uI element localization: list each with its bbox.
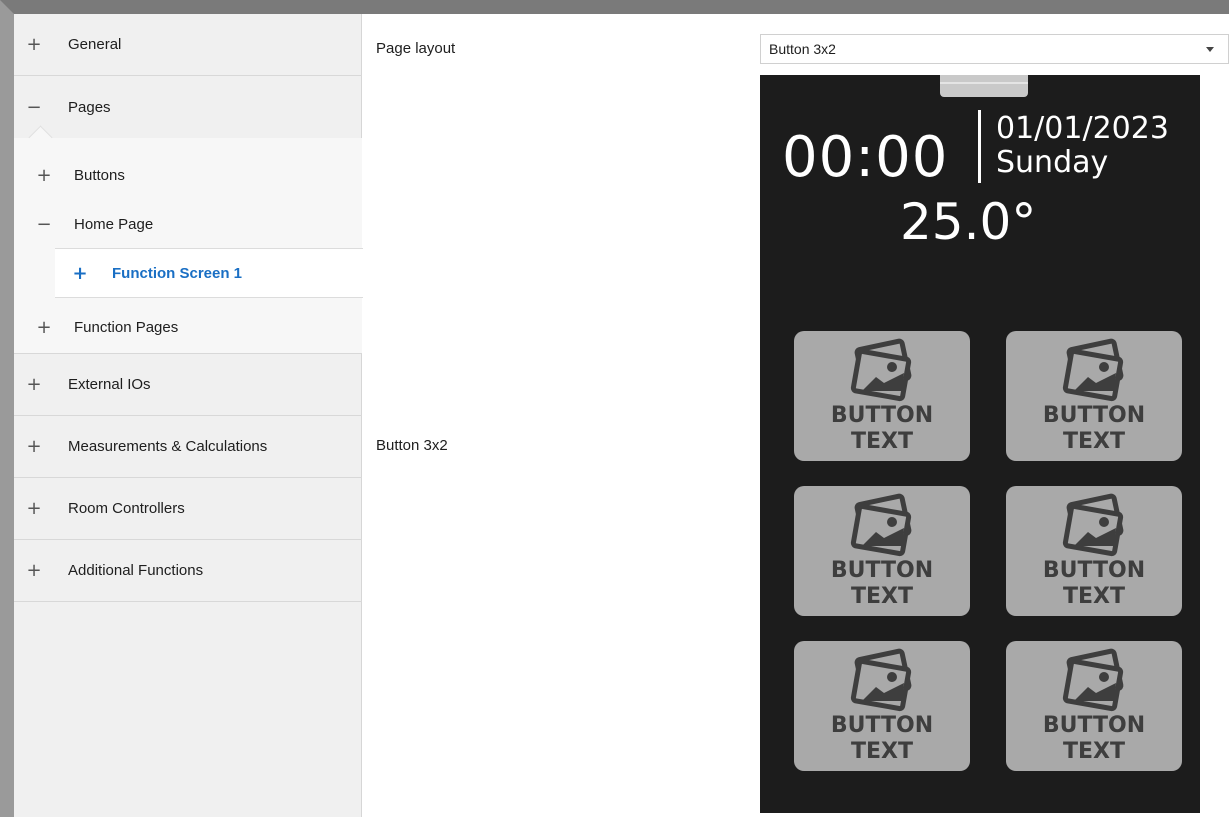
page-layout-value: Button 3x2 xyxy=(769,41,836,57)
expand-icon: + xyxy=(26,34,42,55)
sidebar-item-external-ios[interactable]: + External IOs xyxy=(14,354,362,416)
page-layout-label: Page layout xyxy=(376,40,456,57)
sidebar-item-pages[interactable]: − Pages xyxy=(14,76,362,138)
preview-divider xyxy=(978,110,981,183)
preview-time: 00:00 xyxy=(782,125,949,190)
button-text-line2: TEXT xyxy=(1062,429,1125,454)
button-text-line2: TEXT xyxy=(1062,739,1125,764)
sidebar-item-additional-functions[interactable]: + Additional Functions xyxy=(14,540,362,602)
button-text-line2: TEXT xyxy=(1062,584,1125,609)
sidebar-item-general[interactable]: + General xyxy=(14,14,362,76)
image-placeholder-icon xyxy=(1062,338,1124,402)
page-layout-select[interactable]: Button 3x2 xyxy=(760,34,1229,64)
layout-preview: 00:00 01/01/2023 Sunday 25.0° BUTTON TEX… xyxy=(760,75,1200,813)
collapse-icon: − xyxy=(26,96,42,118)
button-text-line1: BUTTON xyxy=(830,558,934,583)
preview-button-5[interactable]: BUTTON TEXT xyxy=(794,641,970,771)
button-text-line1: BUTTON xyxy=(830,403,934,428)
expand-icon: + xyxy=(26,560,42,581)
image-placeholder-icon xyxy=(850,338,912,402)
preview-button-1[interactable]: BUTTON TEXT xyxy=(794,331,970,461)
collapse-icon: − xyxy=(36,213,52,235)
preview-date: 01/01/2023 xyxy=(996,111,1169,146)
preview-handle xyxy=(940,75,1028,97)
expand-icon: + xyxy=(72,262,88,284)
preview-button-4[interactable]: BUTTON TEXT xyxy=(1006,486,1182,616)
chevron-down-icon xyxy=(1206,47,1214,52)
button-text-line2: TEXT xyxy=(850,739,913,764)
image-placeholder-icon xyxy=(850,648,912,712)
sidebar-item-function-pages[interactable]: + Function Pages xyxy=(14,302,178,352)
button-text-line2: TEXT xyxy=(850,429,913,454)
sidebar-item-label: Additional Functions xyxy=(68,562,204,579)
sidebar-item-label: Home Page xyxy=(74,215,154,233)
sidebar-item-label: Function Pages xyxy=(74,318,179,336)
preview-button-2[interactable]: BUTTON TEXT xyxy=(1006,331,1182,461)
preview-caption: Button 3x2 xyxy=(376,437,448,454)
button-text-line1: BUTTON xyxy=(1042,713,1146,738)
sidebar-item-label: External IOs xyxy=(68,376,151,393)
button-text-line1: BUTTON xyxy=(1042,403,1146,428)
expand-icon: + xyxy=(26,436,42,457)
image-placeholder-icon xyxy=(1062,648,1124,712)
button-text-line1: BUTTON xyxy=(830,713,934,738)
pages-subtree: + Buttons − Home Page + Function Screen … xyxy=(14,125,363,354)
image-placeholder-icon xyxy=(850,493,912,557)
button-text-line1: BUTTON xyxy=(1042,558,1146,583)
sidebar-item-home-page[interactable]: − Home Page xyxy=(14,199,153,249)
preview-day: Sunday xyxy=(996,145,1109,180)
sidebar: + General − Pages + Buttons − Home Page … xyxy=(14,14,363,817)
expand-icon: + xyxy=(36,164,52,186)
sidebar-item-label: Measurements & Calculations xyxy=(68,438,268,455)
image-placeholder-icon xyxy=(1062,493,1124,557)
sidebar-item-room-controllers[interactable]: + Room Controllers xyxy=(14,478,362,540)
preview-button-6[interactable]: BUTTON TEXT xyxy=(1006,641,1182,771)
preview-temperature: 25.0° xyxy=(900,193,1037,251)
sidebar-item-label: Pages xyxy=(68,98,111,116)
expand-icon: + xyxy=(26,498,42,519)
sidebar-item-label: Function Screen 1 xyxy=(112,264,243,282)
button-text-line2: TEXT xyxy=(850,584,913,609)
preview-button-3[interactable]: BUTTON TEXT xyxy=(794,486,970,616)
sidebar-item-label: Buttons xyxy=(74,166,125,184)
expand-icon: + xyxy=(36,316,52,338)
sidebar-item-label: General xyxy=(68,36,122,53)
sidebar-item-measurements[interactable]: + Measurements & Calculations xyxy=(14,416,362,478)
sidebar-item-buttons[interactable]: + Buttons xyxy=(14,150,125,200)
sidebar-item-label: Room Controllers xyxy=(68,500,185,517)
sidebar-item-function-screen-1[interactable]: + Function Screen 1 xyxy=(55,248,363,298)
expand-icon: + xyxy=(26,374,42,395)
